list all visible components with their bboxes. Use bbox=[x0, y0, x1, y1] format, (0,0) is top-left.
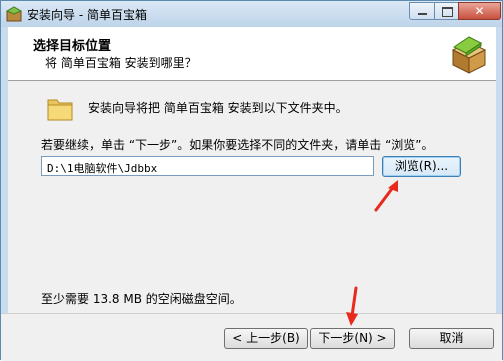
instruction-text: 若要继续，单击 “下一步”。如果你要选择不同的文件夹，请单击 “浏览”。 bbox=[41, 138, 434, 152]
annotation-arrow-next bbox=[346, 286, 358, 326]
cancel-button[interactable]: 取消 bbox=[409, 328, 494, 349]
wizard-header: 选择目标位置 将 简单百宝箱 安装到哪里？ bbox=[8, 27, 496, 81]
minimize-icon bbox=[418, 13, 427, 15]
close-icon: ✕ bbox=[474, 4, 485, 18]
treasure-box-icon bbox=[451, 36, 487, 74]
window-title: 安装向导 - 简单百宝箱 bbox=[27, 8, 147, 22]
wizard-body: 安装向导将把 简单百宝箱 安装到以下文件夹中。 若要继续，单击 “下一步”。如果… bbox=[8, 81, 496, 313]
install-path-input[interactable]: D:\1电脑软件\Jdbbx bbox=[41, 156, 374, 176]
intro-text: 安装向导将把 简单百宝箱 安装到以下文件夹中。 bbox=[88, 101, 348, 115]
wizard-footer: < 上一步(B) 下一步(N) > 取消 bbox=[1, 313, 502, 361]
app-icon bbox=[6, 6, 22, 22]
browse-button[interactable]: 浏览(R)... bbox=[382, 156, 461, 177]
title-bar[interactable]: 安装向导 - 简单百宝箱 ✕ bbox=[1, 1, 502, 27]
back-button[interactable]: < 上一步(B) bbox=[224, 328, 308, 349]
close-button[interactable]: ✕ bbox=[458, 2, 501, 20]
folder-icon bbox=[47, 99, 73, 121]
next-button[interactable]: 下一步(N) > bbox=[310, 328, 395, 349]
maximize-icon bbox=[442, 7, 453, 17]
disk-space-text: 至少需要 13.8 MB 的空闲磁盘空间。 bbox=[41, 292, 242, 306]
maximize-button[interactable] bbox=[434, 2, 459, 20]
page-title: 选择目标位置 bbox=[33, 39, 112, 54]
minimize-button[interactable] bbox=[409, 2, 435, 20]
installer-window: 安装向导 - 简单百宝箱 ✕ 选择目标位置 将 简单百宝箱 安装到哪里？ 安装向… bbox=[0, 0, 503, 361]
page-subtitle: 将 简单百宝箱 安装到哪里？ bbox=[45, 56, 197, 70]
annotation-arrow-browse bbox=[374, 180, 398, 212]
